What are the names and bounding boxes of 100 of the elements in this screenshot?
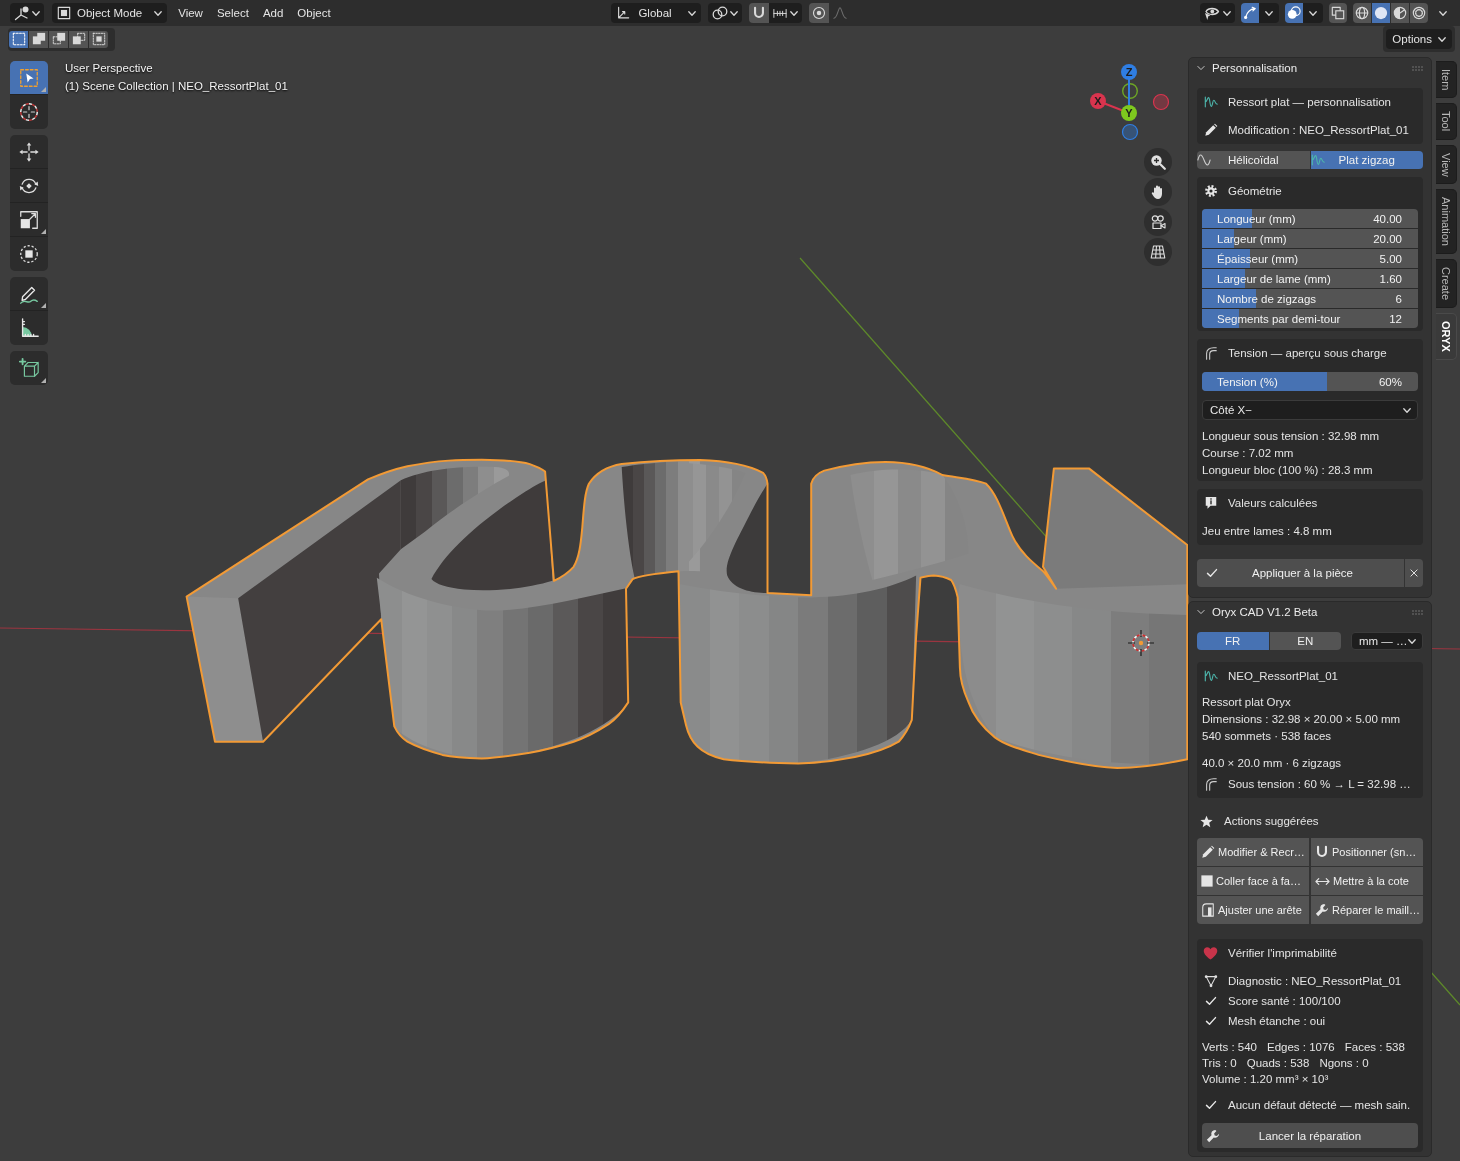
stat-text: Faces : 538 [1344,1040,1405,1055]
sidebar-tab[interactable]: Create [1436,259,1457,309]
apply-button[interactable]: Appliquer à la pièce [1197,559,1404,587]
caret-icon [1309,10,1317,16]
axis-handle[interactable]: Y [1121,105,1137,121]
bent-strip-icon [1203,777,1218,791]
side-dropdown[interactable]: Côté X− [1202,400,1418,420]
shading-button[interactable] [1410,3,1428,23]
shading-button[interactable] [1372,3,1390,23]
tool-button[interactable] [10,311,48,345]
options-dropdown[interactable]: Options [1386,29,1452,49]
info-text: Dimensions : 32.98 × 20.00 × 5.00 mm [1202,712,1401,727]
stat-text: Volume : 1.20 mm³ × 10³ [1202,1072,1329,1087]
select-mode-button[interactable] [29,30,48,48]
circle-dot-icon [811,6,826,20]
number-slider[interactable]: Longueur (mm) 40.00 [1202,209,1418,228]
number-slider[interactable]: Épaisseur (mm) 5.00 [1202,249,1418,268]
wrench-icon [1315,903,1329,917]
sidebar-tab[interactable]: View [1436,144,1457,185]
number-slider[interactable]: Largeur de lame (mm) 1.60 [1202,269,1418,288]
tool-button[interactable] [10,351,48,385]
camera-button[interactable] [1144,208,1172,236]
select-mode-button[interactable] [49,30,68,48]
overlay-toggle[interactable] [1285,3,1303,23]
stat-text: Verts : 540 [1202,1040,1257,1055]
editor-type-button[interactable] [10,3,44,23]
sidebar-tab[interactable]: ORYX [1436,313,1457,360]
tool-button[interactable] [10,95,48,129]
tool-button[interactable] [10,237,48,271]
shading-button[interactable] [1353,3,1371,23]
caret-icon [1438,36,1446,42]
bent-strip-icon [1203,346,1218,360]
info-text: Mesh étanche : oui [1228,1013,1326,1029]
toggle-dropdown[interactable] [1259,3,1279,23]
magnet-icon [1315,845,1329,859]
tool-button[interactable] [10,277,48,311]
slider-label: Longueur (mm) [1217,212,1296,225]
visibility-dropdown[interactable] [1200,3,1235,23]
tool-button[interactable] [10,203,48,237]
close-button[interactable] [1405,559,1423,587]
caret-icon [729,10,738,16]
tool-button[interactable] [10,169,48,203]
stat-text: Edges : 1076 [1267,1040,1335,1055]
action-button[interactable]: Modifier & Recr… [1197,838,1309,866]
info-text: 540 sommets · 538 faces [1202,729,1332,744]
select-mode-button[interactable] [69,30,88,48]
slider-value: 12 [1389,312,1402,325]
action-button[interactable]: Mettre à la cote [1311,867,1423,895]
repair-button[interactable]: Lancer la réparation [1202,1123,1418,1148]
select-mode-button[interactable] [89,30,108,48]
pivot-dropdown[interactable] [707,3,742,23]
panel-header[interactable]: Personnalisation [1189,58,1431,78]
action-button[interactable]: Coller face à fa… [1197,867,1309,895]
spring-model-drawing[interactable] [185,458,1189,769]
sidebar-tab[interactable]: Tool [1436,103,1457,140]
pan-button[interactable] [1144,178,1172,206]
proportional-toggle[interactable] [808,3,829,23]
number-slider[interactable]: Tension (%) 60% [1202,372,1418,391]
chevron-icon [1196,63,1206,73]
info-text: Jeu entre lames : 4.8 mm [1202,524,1332,539]
type-tab[interactable]: Plat zigzag [1310,151,1423,169]
menu-item[interactable]: Select [209,3,256,23]
units-dropdown[interactable]: mm — … [1351,632,1423,650]
toggle-dropdown[interactable] [1303,3,1323,23]
slider-value: 1.60 [1379,272,1402,285]
menu-item[interactable]: Add [255,3,291,23]
menu-item[interactable]: Object [290,3,338,23]
orientation-dropdown[interactable]: Global [611,3,701,23]
action-button[interactable]: Réparer le maill… [1311,896,1423,924]
axis-end-icon[interactable] [1121,123,1139,141]
wave-icon [1310,153,1325,167]
sidebar-tab[interactable]: Animation [1436,189,1457,255]
axis-end-icon[interactable] [1122,83,1138,99]
panel-header[interactable]: Oryx CAD V1.2 Beta [1189,602,1431,622]
move-arrows-icon [18,140,40,163]
section-title: Géométrie [1228,183,1282,199]
tool-button[interactable] [10,135,48,169]
menu-item[interactable]: View [171,3,210,23]
crossed-squares-icon [71,32,86,46]
info-icon [1203,496,1218,510]
scene-cursor-icon[interactable] [1127,629,1155,657]
number-slider[interactable]: Nombre de zigzags 6 [1202,289,1418,308]
tool-button[interactable] [10,61,48,95]
shading-button[interactable] [1391,3,1409,23]
action-button[interactable]: Positionner (sn… [1311,838,1423,866]
xray-toggle[interactable] [1329,3,1347,23]
snap-toggle[interactable] [748,3,769,23]
info-text: Modification : NEO_RessortPlat_01 [1228,122,1409,138]
snap-dropdown[interactable] [768,3,802,23]
zoom-button[interactable] [1144,148,1172,176]
mode-dropdown[interactable]: Object Mode [52,3,168,23]
action-button[interactable]: Ajuster une arête [1197,896,1309,924]
grid-view-button[interactable] [1144,238,1172,266]
language-tab[interactable]: EN [1269,632,1341,650]
type-tab[interactable]: Hélicoïdal [1197,151,1310,169]
language-tab[interactable]: FR [1197,632,1269,650]
info-text: Diagnostic : NEO_RessortPlat_01 [1228,973,1402,989]
gizmo-toggle[interactable] [1241,3,1259,23]
sidebar-tab[interactable]: Item [1436,61,1457,99]
select-mode-button[interactable] [9,30,28,48]
